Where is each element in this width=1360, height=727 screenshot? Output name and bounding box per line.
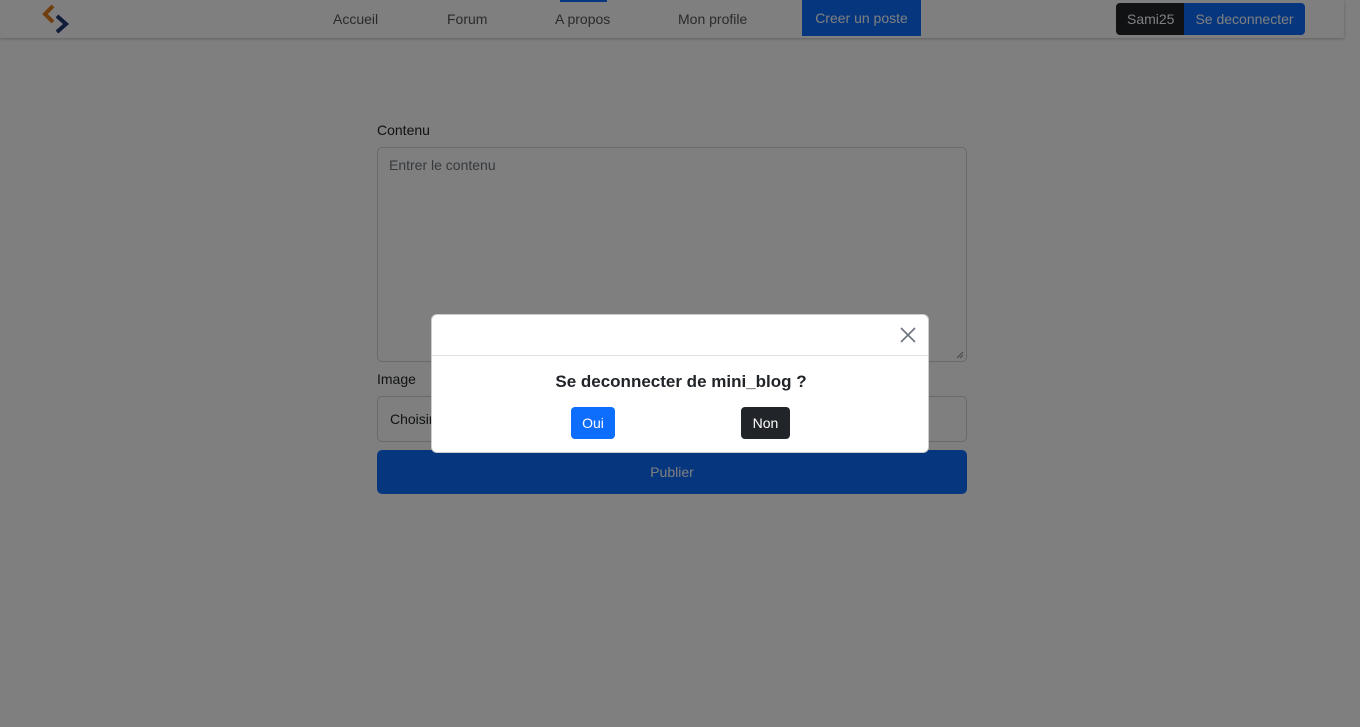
modal-header bbox=[432, 315, 928, 356]
modal-title: Se deconnecter de mini_blog ? bbox=[555, 372, 807, 391]
confirm-no-button[interactable]: Non bbox=[741, 407, 790, 439]
logout-confirm-modal: Se deconnecter de mini_blog ? Oui Non bbox=[431, 314, 929, 453]
confirm-yes-button[interactable]: Oui bbox=[571, 407, 615, 439]
page: Accueil Forum A propos Mon profile Creer… bbox=[0, 0, 1360, 727]
close-icon[interactable] bbox=[900, 327, 916, 343]
